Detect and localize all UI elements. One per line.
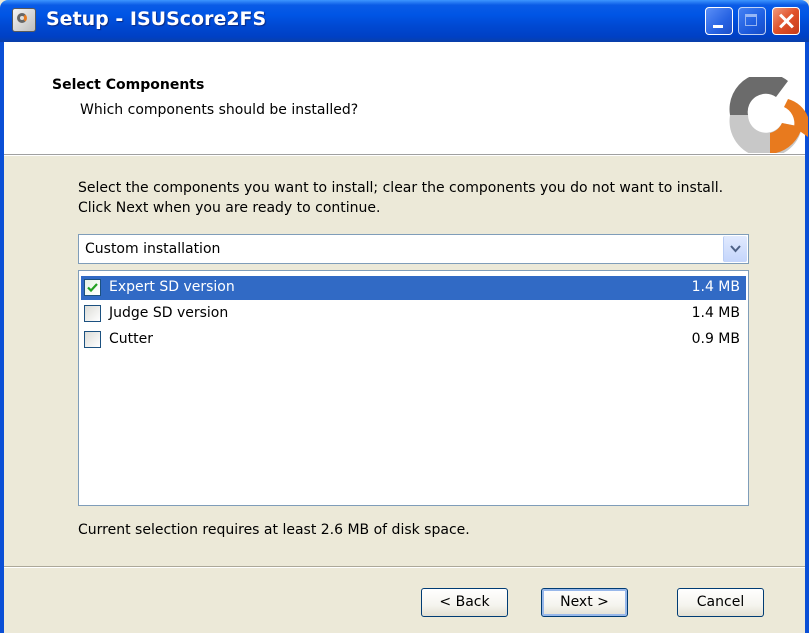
minimize-button[interactable] [705,7,733,35]
components-list[interactable]: Expert SD version 1.4 MB Judge SD versio… [78,270,749,506]
component-size: 1.4 MB [691,305,740,321]
wizard-header: Select Components Which components shoul… [4,42,808,155]
install-type-dropdown[interactable]: Custom installation [78,234,749,264]
component-size: 0.9 MB [691,331,740,347]
chevron-down-icon [730,245,741,253]
install-type-value: Custom installation [85,241,221,257]
next-button[interactable]: Next > [541,588,628,617]
header-separator [4,155,805,156]
component-row-cutter[interactable]: Cutter 0.9 MB [81,328,746,352]
component-row-judge-sd[interactable]: Judge SD version 1.4 MB [81,302,746,326]
app-icon[interactable] [12,8,36,32]
disk-space-requirement: Current selection requires at least 2.6 … [78,522,470,538]
instructions-text: Select the components you want to instal… [78,180,724,216]
close-button[interactable] [772,7,800,35]
check-icon [87,283,98,293]
isuscore-logo-icon [729,77,808,153]
component-label: Expert SD version [109,279,235,295]
cancel-button[interactable]: Cancel [677,588,764,617]
component-checkbox[interactable] [84,279,101,296]
back-button[interactable]: < Back [421,588,508,617]
dropdown-button[interactable] [723,236,747,262]
component-row-expert-sd[interactable]: Expert SD version 1.4 MB [81,276,746,300]
page-title: Select Components [52,77,205,93]
footer-separator [4,566,805,568]
component-checkbox[interactable] [84,331,101,348]
component-size: 1.4 MB [691,279,740,295]
window-title: Setup - ISUScore2FS [46,8,267,30]
component-label: Cutter [109,331,153,347]
setup-window: Setup - ISUScore2FS Select Components Wh… [0,0,809,633]
page-subtitle: Which components should be installed? [80,102,359,118]
maximize-button [738,7,766,35]
component-label: Judge SD version [109,305,229,321]
component-checkbox[interactable] [84,305,101,322]
title-bar[interactable]: Setup - ISUScore2FS [0,0,809,42]
